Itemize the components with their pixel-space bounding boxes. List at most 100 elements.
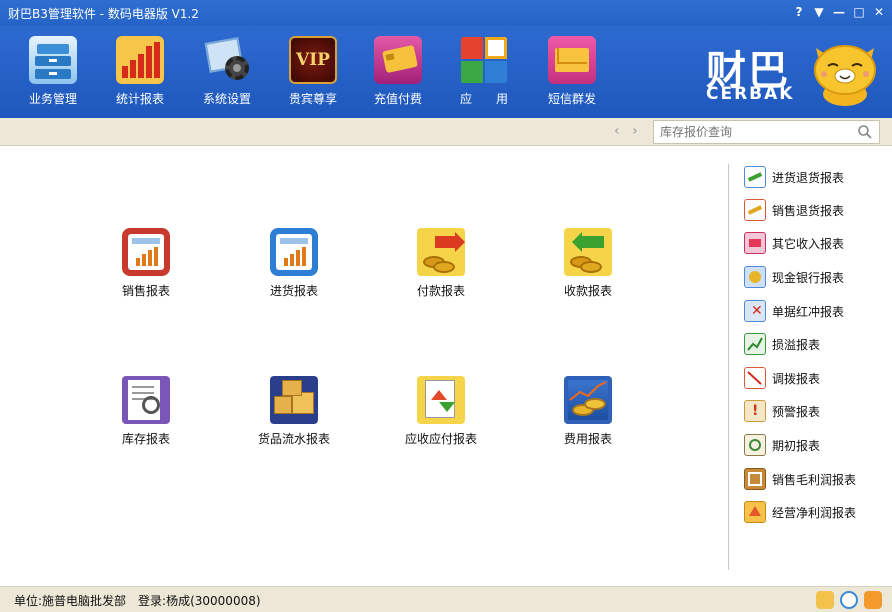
toolbar-statistics-reports[interactable]: 统计报表 — [100, 36, 180, 107]
other-income-icon — [744, 232, 766, 254]
report-label: 货品流水报表 — [257, 432, 330, 446]
profit-loss-icon — [744, 333, 766, 355]
main-toolbar: 业务管理 统计报表 系统设置 VIP 贵宾尊享 充值付费 应 用 短信群发 财巴… — [0, 26, 892, 118]
toolbar-vip[interactable]: VIP 贵宾尊享 — [273, 36, 353, 107]
history-arrows: ‹ › — [610, 123, 642, 139]
chart-icon — [116, 36, 164, 84]
minimize-button[interactable]: — — [832, 5, 846, 19]
maximize-button[interactable]: □ — [852, 5, 866, 19]
toolbar-recharge[interactable]: 充值付费 — [358, 36, 438, 107]
search-icon[interactable] — [857, 124, 873, 140]
report-label: 销售报表 — [121, 284, 170, 298]
toolbar-label: 充值付费 — [373, 92, 422, 106]
report-receivable-payable[interactable]: 应收应付报表 — [386, 376, 496, 447]
report-expense[interactable]: 费用报表 — [533, 376, 643, 447]
report-receipt[interactable]: 收款报表 — [533, 228, 643, 299]
search-input[interactable] — [654, 121, 844, 143]
status-text: 单位:施普电脑批发部 登录:杨成(30000008) — [14, 594, 261, 608]
report-sales[interactable]: 销售报表 — [91, 228, 201, 299]
cat-face-icon[interactable] — [816, 591, 834, 609]
window-controls: ? ▼ — □ ✕ — [792, 5, 886, 19]
sidebar-item-net-profit[interactable]: 经营净利润报表 — [744, 500, 856, 524]
brand-logo: 财巴 CERBAK — [702, 32, 882, 112]
purchase-return-icon — [744, 166, 766, 188]
toolbar-label: 应 用 — [459, 92, 508, 106]
warning-icon: ! — [744, 400, 766, 422]
close-button[interactable]: ✕ — [872, 5, 886, 19]
sidebar-item-other-income[interactable]: 其它收入报表 — [744, 231, 844, 255]
receipt-report-icon — [564, 228, 612, 276]
gear-icon — [203, 36, 251, 84]
sidebar-item-red-reversal[interactable]: ✕ 单据红冲报表 — [744, 299, 844, 323]
sidebar-item-label: 预警报表 — [772, 404, 821, 419]
report-goods-flow[interactable]: 货品流水报表 — [239, 376, 349, 447]
sidebar-item-label: 损溢报表 — [772, 337, 821, 352]
envelope-icon — [548, 36, 596, 84]
toolbar-label: 系统设置 — [202, 92, 251, 106]
payment-report-icon — [417, 228, 465, 276]
sidebar-item-label: 调拨报表 — [772, 371, 821, 386]
report-inventory[interactable]: 库存报表 — [91, 376, 201, 447]
sidebar-item-opening[interactable]: 期初报表 — [744, 433, 820, 457]
sidebar-item-label: 其它收入报表 — [772, 236, 845, 251]
vip-icon: VIP — [289, 36, 337, 84]
sidebar-item-transfer[interactable]: 调拨报表 — [744, 366, 820, 390]
stock-price-search — [653, 120, 880, 144]
goods-flow-report-icon — [270, 376, 318, 424]
report-payment[interactable]: 付款报表 — [386, 228, 496, 299]
title-bar: 财巴B3管理软件 - 数码电器版 V1.2 ? ▼ — □ ✕ — [0, 0, 892, 26]
sales-return-icon — [744, 199, 766, 221]
inventory-report-icon — [122, 376, 170, 424]
toolbar-label: 统计报表 — [115, 92, 164, 106]
chat-icon[interactable] — [840, 591, 858, 609]
skin-button[interactable]: ▼ — [812, 5, 826, 19]
report-label: 付款报表 — [416, 284, 465, 298]
report-label: 应收应付报表 — [404, 432, 477, 446]
cash-bank-icon — [744, 266, 766, 288]
help-button[interactable]: ? — [792, 5, 806, 19]
toolbar-business-management[interactable]: 业务管理 — [13, 36, 93, 107]
toolbar-system-settings[interactable]: 系统设置 — [187, 36, 267, 107]
status-bar: 单位:施普电脑批发部 登录:杨成(30000008) — [0, 586, 892, 612]
navigation-bar: ‹ › — [0, 118, 892, 146]
sales-report-icon — [122, 228, 170, 276]
report-label: 进货报表 — [269, 284, 318, 298]
opening-icon — [744, 434, 766, 456]
report-label: 收款报表 — [563, 284, 612, 298]
toolbar-label: 短信群发 — [547, 92, 596, 106]
report-label: 费用报表 — [563, 432, 612, 446]
toolbar-apps[interactable]: 应 用 — [444, 36, 524, 107]
sidebar-item-label: 期初报表 — [772, 438, 821, 453]
status-buttons — [816, 591, 882, 609]
sidebar-item-sales-return[interactable]: 销售退货报表 — [744, 198, 844, 222]
card-icon — [374, 36, 422, 84]
window-title: 财巴B3管理软件 - 数码电器版 V1.2 — [8, 7, 199, 21]
purchase-report-icon — [270, 228, 318, 276]
sidebar-item-gross-profit[interactable]: 销售毛利润报表 — [744, 467, 856, 491]
sidebar-item-cash-bank[interactable]: 现金银行报表 — [744, 265, 844, 289]
toolbar-label: 业务管理 — [28, 92, 77, 106]
toolbar-label: 贵宾尊享 — [288, 92, 337, 106]
apps-icon — [460, 36, 508, 84]
report-purchase[interactable]: 进货报表 — [239, 228, 349, 299]
sidebar-divider — [728, 164, 729, 570]
sidebar-item-label: 单据红冲报表 — [772, 304, 845, 319]
sidebar-item-purchase-return[interactable]: 进货退货报表 — [744, 165, 844, 189]
toolbar-sms[interactable]: 短信群发 — [532, 36, 612, 107]
receivable-payable-report-icon — [417, 376, 465, 424]
net-profit-icon — [744, 501, 766, 523]
expense-report-icon — [564, 376, 612, 424]
forward-arrow-icon[interactable]: › — [632, 123, 638, 139]
back-arrow-icon[interactable]: ‹ — [614, 123, 620, 139]
red-reversal-icon: ✕ — [744, 300, 766, 322]
calculator-icon[interactable] — [864, 591, 882, 609]
sidebar-item-profit-loss[interactable]: 损溢报表 — [744, 332, 820, 356]
sidebar-item-label: 经营净利润报表 — [772, 505, 857, 520]
sidebar-item-warning[interactable]: ! 预警报表 — [744, 399, 820, 423]
brand-name-en: CERBAK — [706, 84, 795, 104]
sidebar-item-label: 现金银行报表 — [772, 270, 845, 285]
sidebar-item-label: 销售毛利润报表 — [772, 472, 857, 487]
sidebar-item-label: 进货退货报表 — [772, 170, 845, 185]
report-label: 库存报表 — [121, 432, 170, 446]
gross-profit-icon — [744, 468, 766, 490]
